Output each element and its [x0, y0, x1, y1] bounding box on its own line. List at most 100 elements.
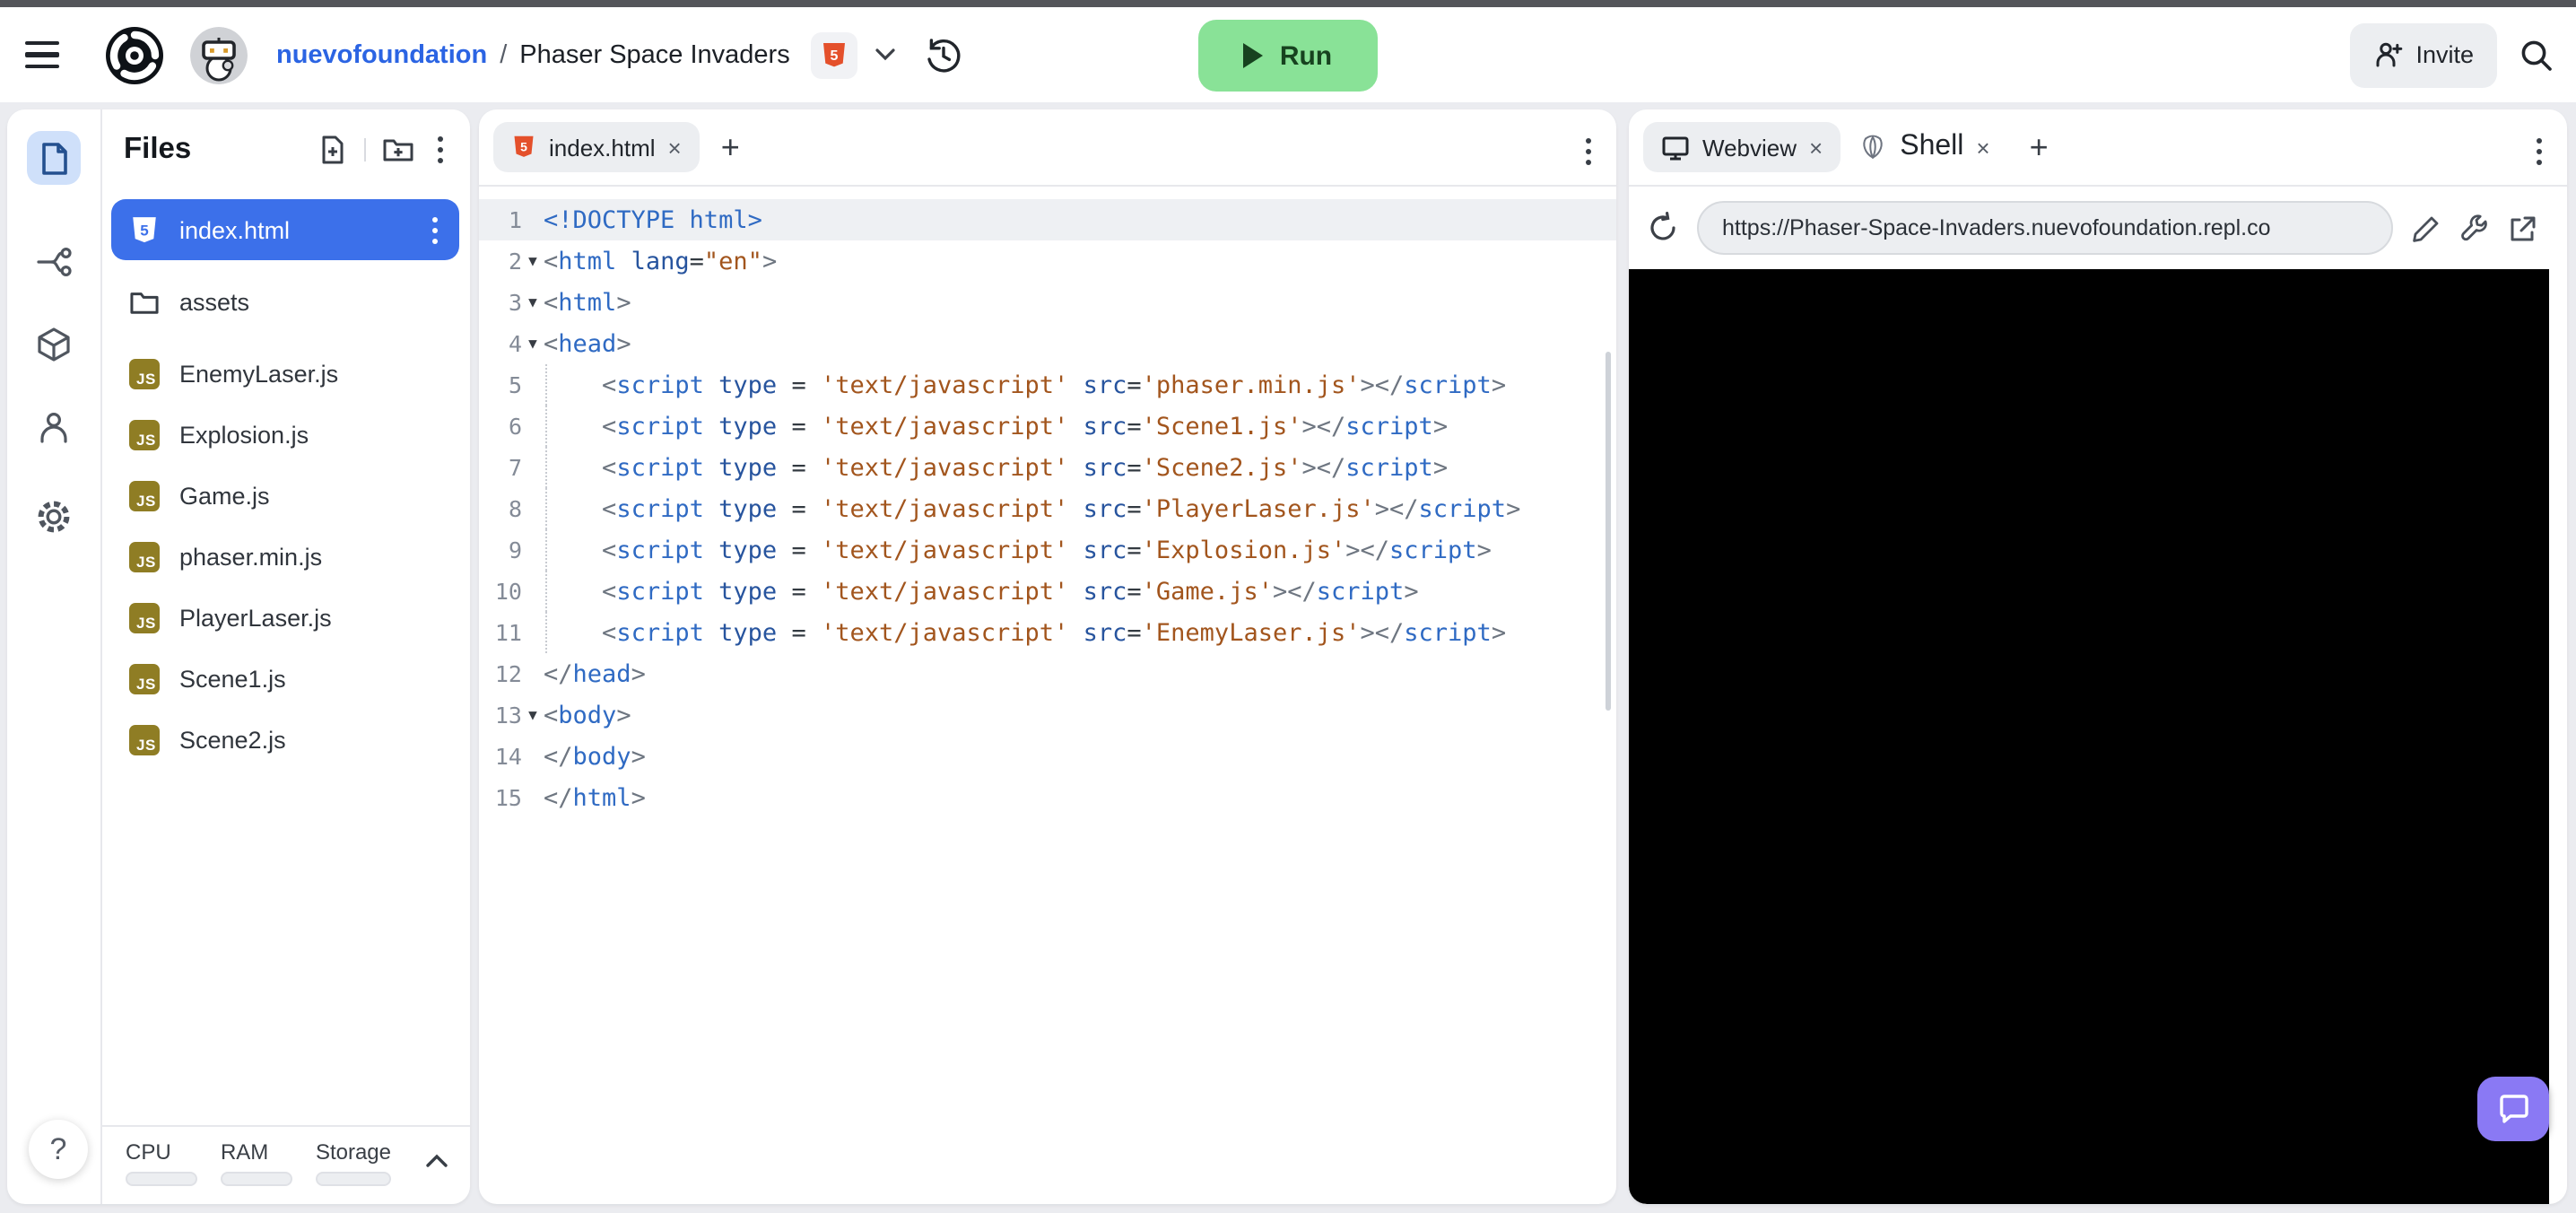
code-line-15[interactable]: 15 </html>	[479, 777, 1616, 818]
line-number: 9	[508, 537, 522, 563]
top-bar: nuevofoundation / Phaser Space Invaders …	[0, 7, 2576, 102]
chat-bubble-icon	[2499, 1095, 2528, 1123]
code-text: <html>	[544, 288, 631, 317]
breadcrumb-project-name[interactable]: Phaser Space Invaders	[519, 40, 789, 69]
refresh-icon[interactable]	[1647, 212, 1679, 244]
files-menu-kebab[interactable]	[434, 132, 447, 166]
code-line-4[interactable]: 4 ▼ <head>	[479, 323, 1616, 364]
rail-account-icon[interactable]	[27, 400, 81, 454]
breadcrumb: nuevofoundation / Phaser Space Invaders	[276, 40, 790, 69]
file-row-phaser.min.js[interactable]: JS phaser.min.js	[111, 526, 459, 587]
fold-toggle-icon[interactable]: ▼	[522, 253, 544, 268]
file-row-Game.js[interactable]: JS Game.js	[111, 465, 459, 526]
editor-tab-index-html[interactable]: 5 index.html ×	[493, 122, 700, 172]
close-tab-icon[interactable]: ×	[668, 135, 682, 159]
tab-webview[interactable]: Webview ×	[1643, 122, 1841, 172]
tab-shell[interactable]: Shell ×	[1841, 122, 2007, 172]
line-number: 13	[494, 702, 522, 729]
file-row-assets[interactable]: assets	[111, 271, 459, 332]
svg-text:5: 5	[140, 222, 148, 239]
code-line-13[interactable]: 13 ▼ <body>	[479, 694, 1616, 736]
code-line-8[interactable]: 8 <script type = 'text/javascript' src='…	[479, 488, 1616, 529]
file-name: Scene1.js	[179, 665, 286, 692]
code-line-7[interactable]: 7 <script type = 'text/javascript' src='…	[479, 447, 1616, 488]
invite-button[interactable]: Invite	[2349, 22, 2497, 87]
line-number: 7	[508, 454, 522, 481]
file-row-EnemyLaser.js[interactable]: JS EnemyLaser.js	[111, 343, 459, 404]
fold-toggle-icon[interactable]: ▼	[522, 707, 544, 722]
code-line-1[interactable]: 1 <!DOCTYPE html>	[479, 199, 1616, 240]
rail-files-icon[interactable]	[27, 131, 81, 185]
code-line-9[interactable]: 9 <script type = 'text/javascript' src='…	[479, 529, 1616, 571]
file-options-kebab[interactable]	[429, 213, 441, 247]
code-text: <html lang="en">	[544, 247, 778, 275]
indent-guide	[545, 447, 547, 488]
play-icon	[1243, 43, 1264, 68]
editor-menu-kebab[interactable]	[1582, 135, 1595, 169]
code-lines: 1 <!DOCTYPE html> 2 ▼ <html lang="en"> 3 ▼ <htm…	[479, 199, 1616, 818]
storage-meter: Storage	[315, 1139, 391, 1186]
window-top-edge	[0, 0, 2576, 7]
devtools-wrench-icon[interactable]	[2459, 213, 2490, 243]
code-line-6[interactable]: 6 <script type = 'text/javascript' src='…	[479, 406, 1616, 447]
search-icon[interactable]	[2519, 37, 2554, 73]
run-label: Run	[1279, 40, 1333, 71]
chat-button[interactable]	[2477, 1077, 2549, 1141]
shell-tab-label: Shell	[1900, 131, 1964, 161]
close-webview-icon[interactable]: ×	[1809, 135, 1823, 159]
fold-toggle-icon[interactable]: ▼	[522, 336, 544, 351]
help-button[interactable]: ?	[29, 1120, 88, 1179]
code-line-12[interactable]: 12 </head>	[479, 653, 1616, 694]
chevron-down-icon[interactable]	[876, 48, 896, 61]
workspace: ? Files 5 index.html assets JS EnemyLase…	[0, 102, 2576, 1213]
close-shell-icon[interactable]: ×	[1976, 135, 1989, 159]
replit-logo[interactable]	[104, 24, 165, 85]
code-text: <!DOCTYPE html>	[544, 205, 762, 234]
js-file-icon: JS	[129, 602, 160, 633]
file-list: 5 index.html assets JS EnemyLaser.js JS Explos…	[100, 188, 470, 770]
project-language-badge[interactable]: 5	[811, 31, 858, 78]
indent-guide	[545, 571, 547, 612]
webview-menu-kebab[interactable]	[2533, 135, 2546, 169]
breadcrumb-org-link[interactable]: nuevofoundation	[276, 40, 487, 69]
edit-url-icon[interactable]	[2411, 213, 2441, 243]
new-folder-icon[interactable]	[382, 135, 414, 163]
file-name: assets	[179, 288, 250, 315]
user-avatar[interactable]	[190, 26, 248, 83]
file-row-Scene2.js[interactable]: JS Scene2.js	[111, 709, 459, 770]
file-row-Explosion.js[interactable]: JS Explosion.js	[111, 404, 459, 465]
rail-packages-icon[interactable]	[27, 318, 81, 371]
new-pane-icon[interactable]: +	[2030, 131, 2049, 163]
fold-toggle-icon[interactable]: ▼	[522, 294, 544, 310]
editor-tab-label: index.html	[549, 134, 656, 161]
ram-label: RAM	[220, 1139, 269, 1165]
file-row-index.html[interactable]: 5 index.html	[111, 199, 459, 260]
rail-settings-icon[interactable]	[27, 490, 81, 544]
open-in-new-tab-icon[interactable]	[2508, 213, 2538, 243]
tool-rail: ?	[7, 109, 102, 1204]
run-button[interactable]: Run	[1198, 20, 1378, 92]
history-icon[interactable]	[925, 35, 964, 74]
code-line-14[interactable]: 14 </body>	[479, 736, 1616, 777]
code-line-5[interactable]: 5 <script type = 'text/javascript' src='…	[479, 364, 1616, 406]
chevron-up-icon[interactable]	[425, 1154, 448, 1168]
rail-version-control-icon[interactable]	[27, 235, 81, 289]
resources-footer: CPU RAM Storage	[100, 1125, 470, 1204]
line-number: 15	[494, 784, 522, 811]
file-row-Scene1.js[interactable]: JS Scene1.js	[111, 648, 459, 709]
code-line-3[interactable]: 3 ▼ <html>	[479, 282, 1616, 323]
code-editor[interactable]: 1 <!DOCTYPE html> 2 ▼ <html lang="en"> 3 ▼ <htm…	[479, 187, 1616, 1204]
file-row-PlayerLaser.js[interactable]: JS PlayerLaser.js	[111, 587, 459, 648]
code-line-11[interactable]: 11 <script type = 'text/javascript' src=…	[479, 612, 1616, 653]
code-line-10[interactable]: 10 <script type = 'text/javascript' src=…	[479, 571, 1616, 612]
hamburger-menu-icon[interactable]	[25, 28, 79, 82]
webview-tab-label: Webview	[1702, 134, 1797, 161]
new-file-icon[interactable]	[318, 134, 348, 164]
editor-scrollbar[interactable]	[1606, 352, 1611, 711]
code-line-2[interactable]: 2 ▼ <html lang="en">	[479, 240, 1616, 282]
file-name: index.html	[179, 216, 291, 243]
new-tab-icon[interactable]: +	[721, 131, 740, 163]
editor-card: 5 index.html × + 1 <!DOCTYPE html> 2 ▼ <html…	[479, 109, 1616, 1204]
url-input[interactable]: https://Phaser-Space-Invaders.nuevofound…	[1697, 201, 2393, 255]
invite-label: Invite	[2415, 41, 2474, 68]
